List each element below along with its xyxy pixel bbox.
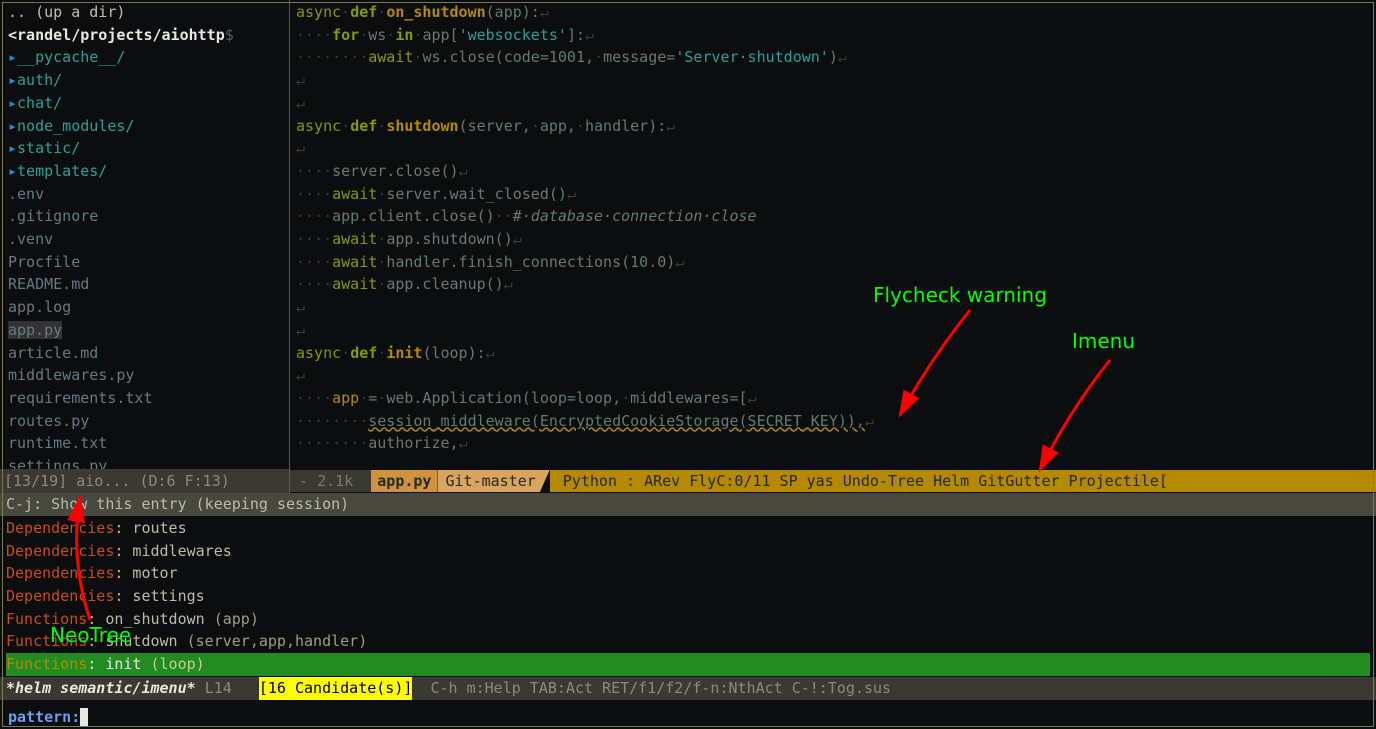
- neotree-dir[interactable]: ▸templates/: [8, 160, 289, 183]
- neotree-path: <randel/projects/aiohttp$: [8, 24, 289, 47]
- code-line[interactable]: ········authorize,↵: [296, 432, 1376, 455]
- code-line[interactable]: async·def·init(loop):↵: [296, 342, 1376, 365]
- neotree-file[interactable]: requirements.txt: [8, 387, 289, 410]
- neotree-dir[interactable]: ▸auth/: [8, 69, 289, 92]
- editor-modeline: - 2.1k app.py Git-master Python : ARev F…: [290, 469, 1376, 493]
- editor-pane[interactable]: async·def·on_shutdown(app):↵····for·ws·i…: [290, 0, 1376, 493]
- neotree-file[interactable]: .env: [8, 183, 289, 206]
- neotree-file[interactable]: app.log: [8, 296, 289, 319]
- code-line[interactable]: ↵: [296, 319, 1376, 342]
- helm-candidate[interactable]: Functions: shutdown (server,app,handler): [6, 630, 1370, 653]
- code-line[interactable]: ····await·server.wait_closed()↵: [296, 183, 1376, 206]
- neotree-file[interactable]: app.py: [8, 319, 289, 342]
- code-line[interactable]: ····await·app.shutdown()↵: [296, 228, 1376, 251]
- pattern-label: pattern:: [8, 706, 80, 729]
- helm-pane[interactable]: C-j: Show this entry (keeping session) D…: [0, 493, 1376, 705]
- neotree-dir[interactable]: ▸node_modules/: [8, 115, 289, 138]
- code-line[interactable]: ····app·=·web.Application(loop=loop,·mid…: [296, 387, 1376, 410]
- neotree-file[interactable]: runtime.txt: [8, 432, 289, 455]
- helm-candidates: Dependencies: routesDependencies: middle…: [0, 516, 1376, 677]
- code-line[interactable]: async·def·on_shutdown(app):↵: [296, 1, 1376, 24]
- neotree-dir[interactable]: ▸chat/: [8, 92, 289, 115]
- code-area: async·def·on_shutdown(app):↵····for·ws·i…: [290, 0, 1376, 455]
- code-line[interactable]: ········session_middleware(EncryptedCook…: [296, 410, 1376, 433]
- code-line[interactable]: ↵: [296, 296, 1376, 319]
- helm-header: C-j: Show this entry (keeping session): [0, 493, 1376, 516]
- code-line[interactable]: ↵: [296, 69, 1376, 92]
- code-line[interactable]: ↵: [296, 92, 1376, 115]
- helm-modeline: *helm semantic/imenu* L14 [16 Candidate(…: [0, 677, 1376, 700]
- neotree-file[interactable]: Procfile: [8, 251, 289, 274]
- code-line[interactable]: ····await·handler.finish_connections(10.…: [296, 251, 1376, 274]
- neotree-file[interactable]: middlewares.py: [8, 364, 289, 387]
- neotree-pane[interactable]: .. (up a dir) <randel/projects/aiohttp$ …: [0, 0, 290, 493]
- neotree-dirs: ▸__pycache__/▸auth/▸chat/▸node_modules/▸…: [8, 46, 289, 182]
- code-line[interactable]: ↵: [296, 137, 1376, 160]
- neotree-up-dir[interactable]: .. (up a dir): [8, 1, 289, 24]
- cursor-icon: [80, 708, 88, 726]
- modeline-git: Git-master: [437, 470, 549, 493]
- helm-candidate[interactable]: Functions: on_shutdown (app): [6, 608, 1370, 631]
- minibuffer[interactable]: pattern:: [0, 705, 1376, 729]
- helm-candidate[interactable]: Dependencies: motor: [6, 562, 1370, 585]
- helm-candidate[interactable]: Dependencies: routes: [6, 517, 1370, 540]
- neotree-file[interactable]: .gitignore: [8, 205, 289, 228]
- code-line[interactable]: ····server.close()↵: [296, 160, 1376, 183]
- neotree-files: .env.gitignore.venvProcfileREADME.mdapp.…: [8, 183, 289, 478]
- modeline-file: app.py: [371, 470, 437, 493]
- code-line[interactable]: ····app.client.close()··#·database·conne…: [296, 205, 1376, 228]
- neotree-file[interactable]: routes.py: [8, 410, 289, 433]
- neotree-dir[interactable]: ▸__pycache__/: [8, 46, 289, 69]
- neotree-file[interactable]: README.md: [8, 273, 289, 296]
- code-line[interactable]: ····for·ws·in·app['websockets']:↵: [296, 24, 1376, 47]
- code-line[interactable]: ····await·app.cleanup()↵: [296, 273, 1376, 296]
- helm-candidate[interactable]: Dependencies: middlewares: [6, 540, 1370, 563]
- neotree-file[interactable]: .venv: [8, 228, 289, 251]
- helm-candidate[interactable]: Dependencies: settings: [6, 585, 1370, 608]
- code-line[interactable]: ↵: [296, 364, 1376, 387]
- neotree-dir[interactable]: ▸static/: [8, 137, 289, 160]
- helm-candidate-selected[interactable]: Functions: init (loop): [6, 653, 1370, 676]
- code-line[interactable]: ········await·ws.close(code=1001,·messag…: [296, 46, 1376, 69]
- code-line[interactable]: async·def·shutdown(server,·app,·handler)…: [296, 115, 1376, 138]
- neotree-modeline: [13/19] aio... (D:6 F:13): [0, 469, 289, 493]
- neotree-file[interactable]: article.md: [8, 342, 289, 365]
